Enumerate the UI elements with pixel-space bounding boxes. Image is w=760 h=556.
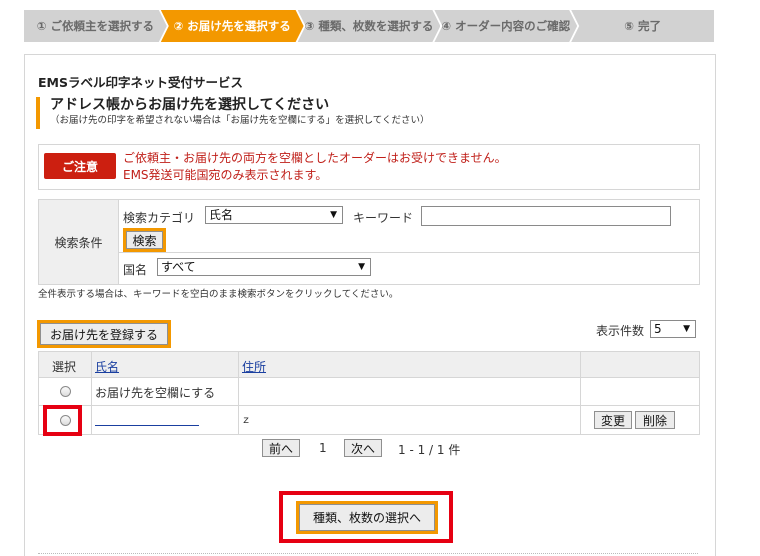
search-row-country: 国名 すべて ▼ bbox=[119, 253, 699, 284]
highlight-box bbox=[43, 405, 82, 436]
step-5: ⑤ 完了 bbox=[571, 10, 714, 42]
search-row-category: 検索カテゴリ 氏名 ▼ キーワード 検索 bbox=[119, 200, 699, 253]
per-page-label: 表示件数 bbox=[596, 324, 645, 338]
register-address-button[interactable]: お届け先を登録する bbox=[37, 320, 171, 348]
service-title: EMSラベル印字ネット受付サービス bbox=[38, 75, 243, 90]
delete-button[interactable]: 削除 bbox=[635, 411, 675, 429]
col-divider bbox=[238, 352, 239, 434]
edit-button[interactable]: 変更 bbox=[594, 411, 632, 429]
search-button[interactable]: 検索 bbox=[123, 228, 166, 252]
step-2-active: ② お届け先を選択する bbox=[161, 10, 304, 42]
pager-next-button[interactable]: 次へ bbox=[344, 439, 382, 457]
country-select-value: すべて bbox=[161, 260, 196, 274]
chevron-down-icon: ▼ bbox=[358, 262, 365, 272]
pager-current-page: 1 bbox=[319, 441, 327, 455]
per-page-value: 5 bbox=[654, 322, 662, 336]
notice-line-1: ご依頼主・お届け先の両方を空欄としたオーダーはお受けできません。 bbox=[123, 151, 507, 165]
progress-steps: ① ご依頼主を選択する ② お届け先を選択する ③ 種類、枚数を選択する ④ オ… bbox=[24, 10, 714, 42]
category-select[interactable]: 氏名 ▼ bbox=[205, 206, 343, 224]
search-conditions: 検索条件 検索カテゴリ 氏名 ▼ キーワード 検索 国名 すべて ▼ bbox=[38, 199, 700, 285]
notice-box: ご注意 ご依頼主・お届け先の両方を空欄としたオーダーはお受けできません。 EMS… bbox=[38, 144, 700, 190]
pager-range: 1 - 1 / 1 件 bbox=[398, 443, 461, 457]
step-1: ① ご依頼主を選択する bbox=[24, 10, 167, 42]
divider bbox=[38, 553, 698, 554]
section-title: アドレス帳からお届け先を選択してください bbox=[50, 97, 330, 113]
chevron-down-icon: ▼ bbox=[330, 210, 337, 220]
keyword-label: キーワード bbox=[353, 211, 414, 225]
col-divider bbox=[91, 352, 92, 434]
chevron-down-icon: ▼ bbox=[683, 324, 690, 334]
category-label: 検索カテゴリ bbox=[123, 211, 196, 225]
col-divider bbox=[580, 352, 581, 434]
step-3: ③ 種類、枚数を選択する bbox=[298, 10, 441, 42]
notice-badge: ご注意 bbox=[44, 153, 116, 179]
category-select-value: 氏名 bbox=[209, 208, 234, 222]
notice-line-2: EMS発送可能国宛のみ表示されます。 bbox=[123, 168, 328, 182]
country-select[interactable]: すべて ▼ bbox=[157, 258, 371, 276]
col-select: 選択 bbox=[52, 360, 77, 374]
notice-text: ご依頼主・お届け先の両方を空欄としたオーダーはお受けできません。 EMS発送可能… bbox=[123, 150, 507, 184]
address-table: 選択 氏名 住所 お届け先を空欄にする ｚ 変更 削除 bbox=[38, 351, 700, 435]
next-step-button[interactable]: 種類、枚数の選択へ bbox=[296, 501, 438, 534]
row-name-link[interactable] bbox=[95, 425, 199, 426]
search-label: 検索条件 bbox=[39, 200, 119, 284]
keyword-input[interactable] bbox=[421, 206, 671, 226]
row-address: ｚ bbox=[241, 415, 251, 426]
table-row: ｚ 変更 削除 bbox=[39, 406, 699, 434]
col-address-sort-link[interactable]: 住所 bbox=[242, 358, 266, 375]
pager-prev-button[interactable]: 前へ bbox=[262, 439, 300, 457]
radio-blank-destination[interactable] bbox=[60, 386, 71, 397]
table-header: 選択 氏名 住所 bbox=[39, 352, 699, 378]
step-4: ④ オーダー内容のご確認 bbox=[434, 10, 577, 42]
row-name: お届け先を空欄にする bbox=[95, 386, 216, 400]
table-row: お届け先を空欄にする bbox=[39, 378, 699, 406]
section-heading: アドレス帳からお届け先を選択してください （お届け先の印字を希望されない場合は「… bbox=[36, 97, 430, 129]
search-hint: 全件表示する場合は、キーワードを空白のまま検索ボタンをクリックしてください。 bbox=[38, 289, 399, 300]
per-page-select[interactable]: 5 ▼ bbox=[650, 320, 696, 338]
section-subtext: （お届け先の印字を希望されない場合は「お届け先を空欄にする」を選択してください） bbox=[50, 115, 430, 126]
country-label: 国名 bbox=[123, 263, 148, 277]
main-panel bbox=[24, 54, 716, 556]
col-name-sort-link[interactable]: 氏名 bbox=[95, 358, 119, 375]
